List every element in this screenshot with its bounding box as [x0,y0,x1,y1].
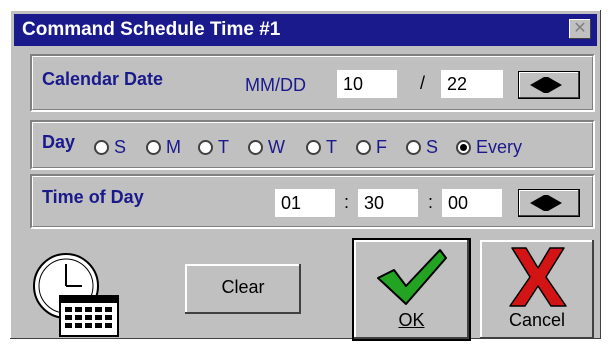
day-radio-tue[interactable]: T [198,136,229,158]
right-arrow-icon [548,77,562,93]
cancel-button[interactable]: Cancel [480,240,594,339]
second-input[interactable]: 00 [442,189,502,217]
day-radio-sun[interactable]: S [94,136,126,158]
time-of-day-group: Time of Day 01 : 30 : 00 [30,174,595,229]
day-radio-mon[interactable]: M [146,136,181,158]
date-separator: / [420,73,426,93]
time-of-day-label: Time of Day [42,187,144,207]
day-label: Day [42,132,76,152]
day-radio-row: S M T W T F S Every [94,136,594,158]
day-radio-sat[interactable]: S [406,136,438,158]
clear-button[interactable]: Clear [185,264,301,314]
calendar-date-label: Calendar Date [42,69,164,89]
left-arrow-icon [530,195,544,211]
day-radio-wed[interactable]: W [248,136,285,158]
hour-input[interactable]: 01 [275,189,335,217]
checkmark-icon [377,249,447,305]
ok-button[interactable]: OK [354,240,469,339]
day-group: Day S M T W T F S Every [30,120,595,170]
day-radio-every[interactable]: Every [456,136,522,158]
date-format-label: MM/DD [245,75,306,95]
close-icon: ✕ [573,20,587,37]
time-spin-arrows[interactable] [519,190,579,216]
left-arrow-icon [530,77,544,93]
minute-input[interactable]: 30 [358,189,418,217]
clock-calendar-icon [33,253,119,337]
time-separator-2: : [428,192,434,212]
title-bar[interactable]: Command Schedule Time #1 ✕ [14,14,597,46]
close-button[interactable]: ✕ [569,19,591,39]
dialog-window: Command Schedule Time #1 ✕ Calendar Date… [10,10,601,339]
date-spin-arrows[interactable] [519,72,579,98]
cancel-x-icon [509,247,567,307]
time-separator-1: : [344,192,350,212]
window-title: Command Schedule Time #1 [22,19,281,40]
month-input[interactable]: 10 [337,70,397,98]
calendar-date-group: Calendar Date MM/DD 10 / 22 [30,54,595,112]
right-arrow-icon [548,195,562,211]
day-input[interactable]: 22 [441,70,503,98]
day-radio-thu[interactable]: T [306,136,337,158]
day-radio-fri[interactable]: F [356,136,387,158]
